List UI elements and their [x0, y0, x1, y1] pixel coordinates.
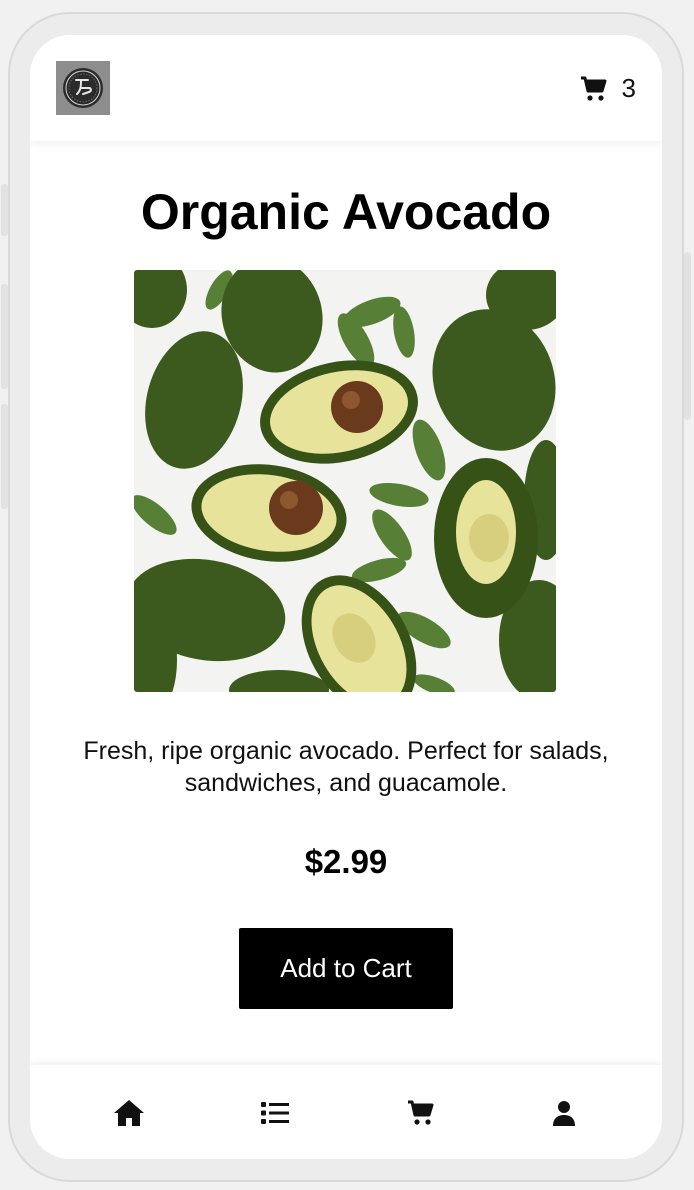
bottom-navigation: [30, 1065, 662, 1159]
add-to-cart-button[interactable]: Add to Cart: [239, 928, 453, 1009]
side-button: [1, 404, 8, 509]
cart-count-badge: 3: [621, 73, 636, 103]
cart-icon: [408, 1100, 434, 1125]
product-price: $2.99: [304, 843, 388, 880]
nav-list[interactable]: [255, 1095, 295, 1131]
nav-profile[interactable]: [544, 1095, 584, 1131]
nav-home[interactable]: [109, 1095, 149, 1131]
user-icon: [553, 1101, 575, 1126]
home-icon: [114, 1100, 144, 1126]
nav-cart[interactable]: [401, 1095, 441, 1131]
product-image: [134, 270, 556, 692]
app-screen: 3 Organic Avocado Fresh, ripe organic av…: [30, 35, 662, 1159]
side-button: [1, 284, 8, 389]
side-button: [1, 184, 8, 236]
cart-icon: [580, 76, 607, 101]
side-button: [684, 252, 691, 420]
brand-logo[interactable]: [56, 61, 110, 115]
top-header: 3: [30, 35, 662, 141]
product-title: Organic Avocado: [140, 184, 552, 240]
header-cart[interactable]: 3: [580, 73, 636, 104]
avocado-image: [134, 270, 556, 692]
logo-emblem-icon: [63, 68, 103, 108]
product-description: Fresh, ripe organic avocado. Perfect for…: [83, 737, 609, 797]
list-icon: [261, 1102, 289, 1124]
